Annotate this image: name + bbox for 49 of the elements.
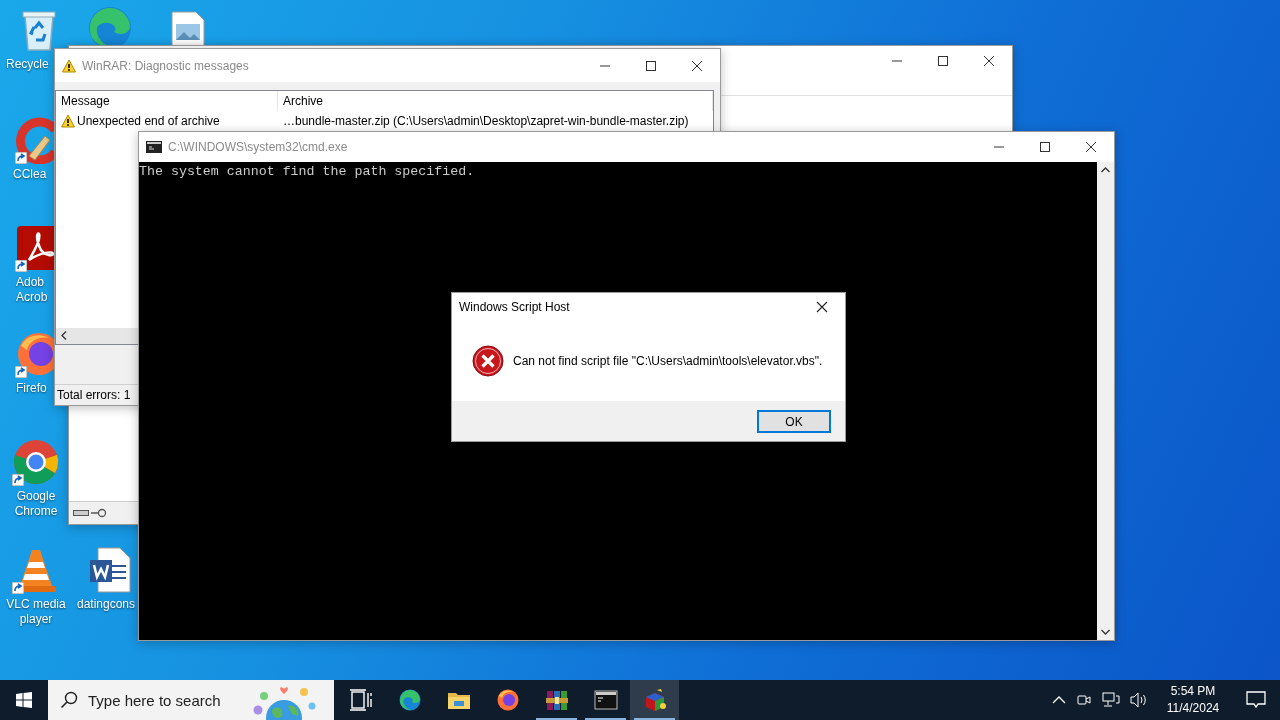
close-icon — [816, 301, 828, 313]
column-header[interactable]: Message — [56, 91, 278, 111]
table-cell-text: …bundle-master.zip (C:\Users\admin\Desktop\zapret-win-bundle-master.zip) — [282, 114, 690, 128]
icon-label[interactable]: Google Chrome — [14, 489, 58, 519]
status-text: Total errors: 1 — [57, 388, 131, 402]
network-icon[interactable] — [1102, 692, 1120, 708]
icon-label[interactable]: CClea — [13, 167, 47, 182]
window-title: WinRAR: Diagnostic messages — [82, 58, 249, 73]
chrome-icon[interactable] — [12, 438, 60, 486]
clock-time[interactable]: 5:54 PM — [1158, 683, 1228, 700]
book-stack-icon — [544, 688, 569, 712]
icon-label[interactable]: Adob Acrob — [16, 275, 48, 305]
console-icon — [146, 141, 162, 153]
camera-icon[interactable] — [1076, 692, 1092, 708]
firefox-icon — [495, 688, 520, 712]
key-icon — [91, 508, 107, 518]
maximize-icon — [1040, 142, 1050, 152]
warning-icon — [61, 114, 75, 128]
message-text: Can not find script file "C:\Users\admin\tools\elevator.vbs". — [513, 354, 823, 368]
clock-date[interactable]: 11/4/2024 — [1158, 700, 1228, 717]
icon-label[interactable]: datingcons — [77, 597, 136, 612]
maximize-icon — [938, 56, 948, 66]
error-icon — [472, 345, 504, 377]
icon-label[interactable]: Firefo — [16, 381, 47, 396]
edge-icon — [397, 688, 422, 712]
ccleaner-icon[interactable] — [15, 116, 57, 164]
vertical-scrollbar[interactable] — [1097, 162, 1114, 640]
search-icon — [60, 691, 78, 709]
chevron-up-icon[interactable] — [1052, 695, 1066, 705]
close-icon — [692, 60, 702, 71]
close-icon — [1086, 142, 1096, 152]
notification-icon[interactable] — [1246, 691, 1266, 709]
warning-icon — [62, 58, 76, 73]
window-title: Windows Script Host — [459, 300, 570, 314]
column-header[interactable]: Archive — [278, 91, 713, 111]
task-view-icon — [348, 688, 373, 712]
close-icon — [984, 56, 994, 66]
maximize-icon — [646, 60, 656, 71]
window-title: C:\WINDOWS\system32\cmd.exe — [168, 140, 348, 154]
ok-button[interactable]: OK — [757, 410, 831, 433]
icon-label[interactable]: Recycle — [6, 57, 49, 72]
icon-label[interactable]: VLC media player — [6, 597, 66, 627]
drive-icon — [73, 508, 89, 518]
volume-icon[interactable] — [1130, 692, 1148, 708]
taskbar-button[interactable] — [630, 680, 679, 720]
console-text: The system cannot find the path specified. — [139, 164, 476, 179]
table-cell: Unexpected end of archive — [77, 114, 220, 128]
console-icon — [593, 688, 618, 712]
windows-logo-icon — [16, 692, 32, 708]
